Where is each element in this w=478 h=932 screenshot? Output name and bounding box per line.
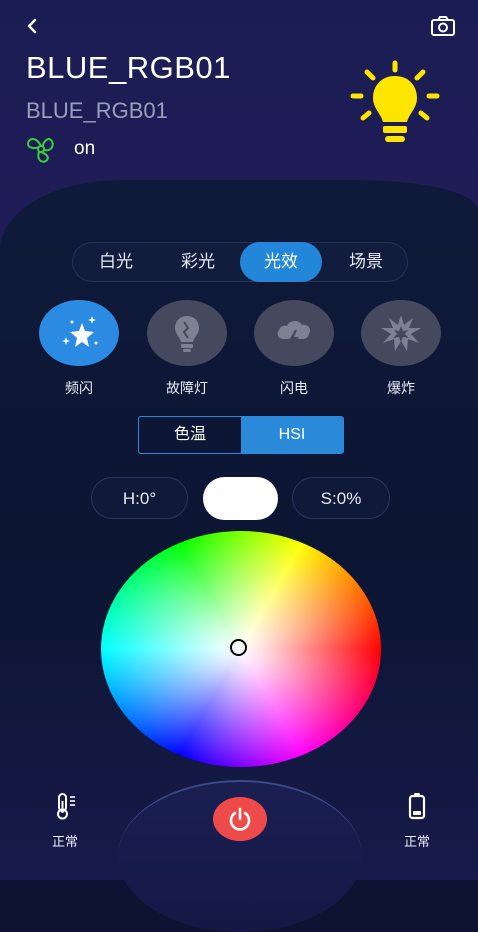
effect-strobe-label: 频闪	[65, 380, 93, 396]
color-preview-swatch	[203, 477, 278, 520]
effect-explosion-label: 爆炸	[387, 380, 415, 396]
light-bulb-icon	[345, 60, 445, 148]
tab-white-light[interactable]: 白光	[75, 242, 157, 282]
hue-value[interactable]: H:0°	[91, 477, 188, 519]
mode-tabs: 白光 彩光 光效 场景	[72, 242, 408, 282]
power-status: on	[74, 138, 96, 159]
effect-lightning-button[interactable]	[254, 300, 334, 366]
effect-faulty-bulb[interactable]: 故障灯	[147, 300, 227, 398]
tab-color-light[interactable]: 彩光	[157, 242, 239, 282]
camera-icon	[431, 16, 455, 36]
battery-status: 正常	[392, 792, 442, 850]
battery-icon	[408, 793, 426, 820]
effect-strobe-button[interactable]	[39, 300, 119, 366]
explosion-icon	[381, 315, 421, 351]
power-icon	[229, 807, 251, 831]
back-button[interactable]	[20, 12, 48, 40]
toggle-hsi[interactable]: HSI	[241, 417, 343, 453]
content-background	[0, 180, 478, 880]
thermometer-icon	[57, 793, 75, 820]
color-wheel-cursor[interactable]	[230, 639, 247, 656]
sparkle-star-icon	[62, 316, 98, 347]
broken-bulb-icon	[175, 316, 199, 352]
fan-icon	[24, 134, 58, 164]
power-button[interactable]	[213, 797, 267, 841]
device-title: BLUE_RGB01	[26, 50, 231, 85]
chevron-left-icon	[27, 18, 37, 34]
color-mode-toggle: 色温 HSI	[138, 416, 344, 454]
tab-scenes[interactable]: 场景	[325, 242, 407, 282]
effect-lightning-label: 闪电	[280, 380, 308, 396]
storm-cloud-icon	[277, 320, 311, 349]
effect-strobe[interactable]: 频闪	[39, 300, 119, 398]
effect-explosion-button[interactable]	[361, 300, 441, 366]
saturation-value[interactable]: S:0%	[292, 477, 390, 519]
effect-lightning[interactable]: 闪电	[254, 300, 334, 398]
temperature-status-label: 正常	[51, 834, 78, 849]
toggle-color-temperature[interactable]: 色温	[139, 417, 241, 453]
effect-faulty-bulb-button[interactable]	[147, 300, 227, 366]
camera-button[interactable]	[430, 14, 456, 38]
effect-explosion[interactable]: 爆炸	[361, 300, 441, 398]
device-subtitle: BLUE_RGB01	[26, 98, 168, 123]
temperature-status: 正常	[40, 792, 90, 850]
effect-faulty-bulb-label: 故障灯	[166, 380, 208, 396]
tab-light-effects[interactable]: 光效	[240, 242, 322, 282]
battery-status-label: 正常	[403, 834, 430, 849]
